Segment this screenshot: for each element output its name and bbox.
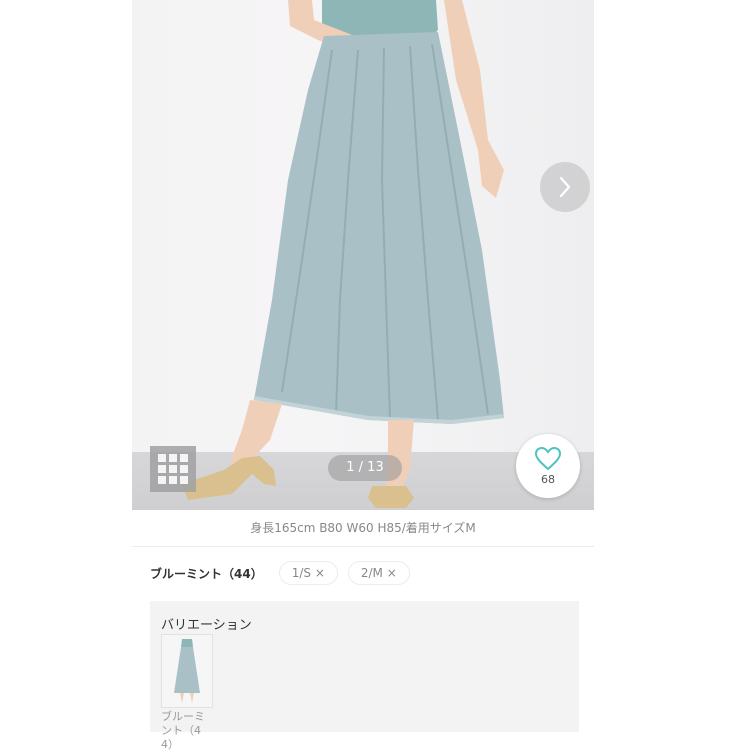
variation-title: バリエーション (161, 618, 252, 633)
size-chip-2[interactable]: 2/M × (347, 561, 410, 585)
variation-thumbnail[interactable] (161, 634, 213, 708)
variation-label[interactable]: ブルーミント（44） (161, 710, 213, 752)
next-image-button[interactable] (540, 162, 590, 212)
variation-thumbnail-image (162, 635, 212, 707)
divider (132, 546, 594, 547)
chevron-right-icon (559, 176, 571, 198)
variation-panel: バリエーション ブルーミント（44） (150, 601, 579, 751)
grid-icon (158, 454, 188, 484)
model-illustration (182, 0, 505, 508)
image-counter: 1 / 13 (328, 455, 402, 481)
selected-color-label: ブルーミント（44） (150, 566, 263, 581)
favorite-button[interactable]: 68 (516, 434, 580, 498)
size-chip-1[interactable]: 1/S × (278, 561, 338, 585)
thumbnail-grid-button[interactable] (150, 446, 196, 492)
heart-outline-icon (534, 446, 562, 471)
product-photo[interactable] (132, 0, 594, 510)
favorite-count: 68 (541, 473, 555, 486)
model-size-info: 身長165cm B80 W60 H85/着用サイズM (250, 521, 476, 535)
selected-options-row: ブルーミント（44） 1/S × 2/M × (150, 561, 420, 585)
